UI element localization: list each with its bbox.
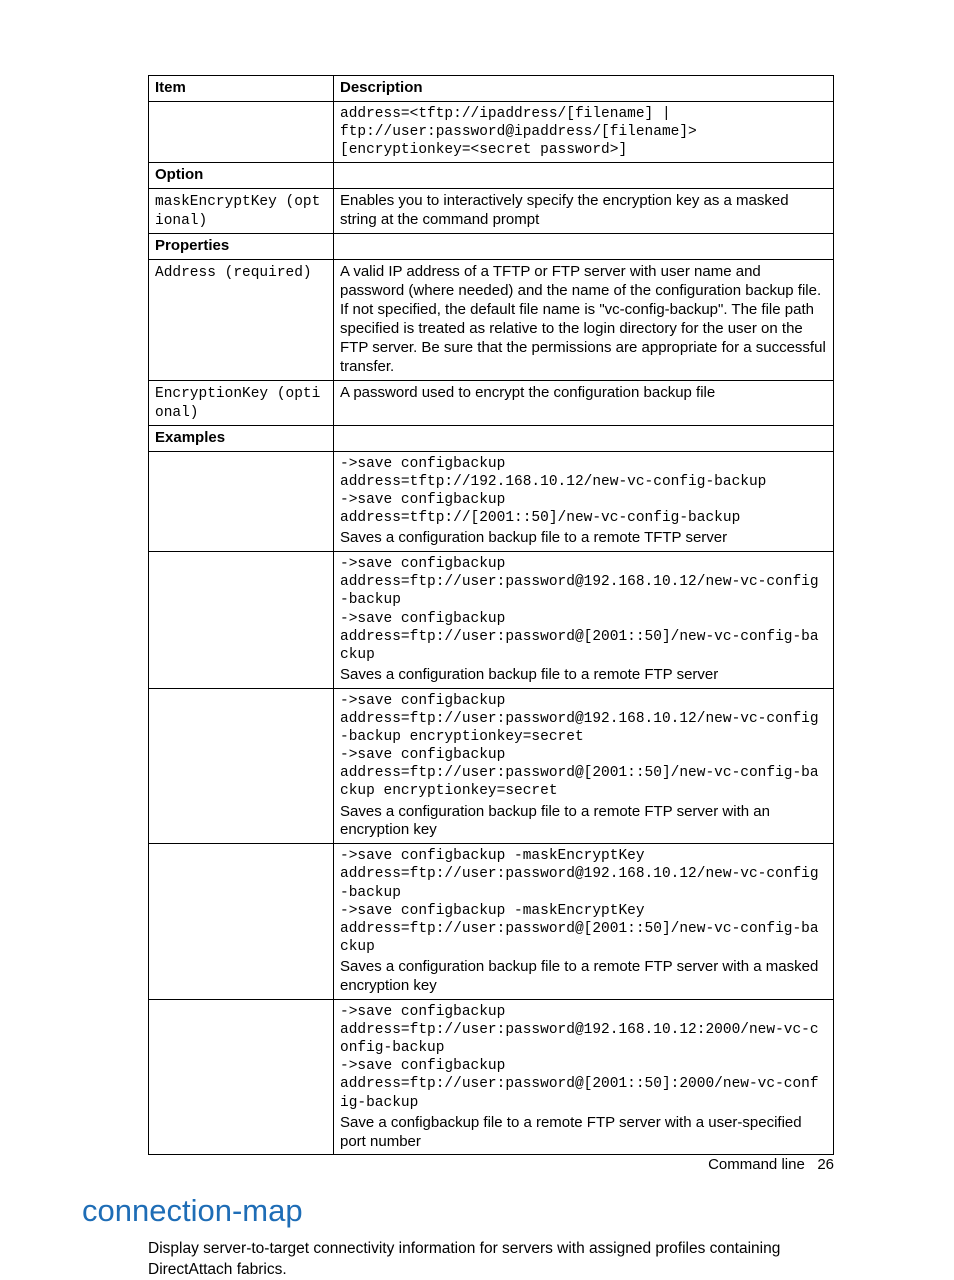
item-cell-empty [149,552,334,689]
page-footer: Command line 26 [708,1156,834,1173]
item-cell: Address (required) [149,260,334,380]
header-description: Description [334,76,834,102]
example-caption: Saves a configuration backup file to a r… [340,666,827,685]
desc-cell: Enables you to interactively specify the… [334,189,834,234]
example-cell: ->save configbackup address=ftp://user:p… [334,688,834,844]
example-code: ->save configbackup address=tftp://192.1… [340,455,827,528]
body-paragraph: Display server-to-target connectivity in… [148,1239,834,1279]
item-cell: EncryptionKey (optional) [149,380,334,425]
section-label-examples: Examples [149,425,334,451]
item-cell: maskEncryptKey (optional) [149,189,334,234]
item-cell-empty [149,844,334,1000]
item-code: maskEncryptKey (optional) [155,194,320,229]
section-row-properties: Properties [149,234,834,260]
table-row: ->save configbackup -maskEncryptKey addr… [149,844,834,1000]
item-cell-empty [149,101,334,162]
example-caption: Save a configbackup file to a remote FTP… [340,1114,827,1152]
section-empty [334,234,834,260]
item-code: EncryptionKey (optional) [155,386,320,421]
syntax-code: address=<tftp://ipaddress/[filename] | f… [340,105,827,159]
table-row: maskEncryptKey (optional) Enables you to… [149,189,834,234]
example-caption: Saves a configuration backup file to a r… [340,803,827,841]
footer-page-number: 26 [817,1156,834,1173]
item-code: Address (required) [155,265,312,281]
example-cell: ->save configbackup address=ftp://user:p… [334,999,834,1155]
syntax-cell: address=<tftp://ipaddress/[filename] | f… [334,101,834,162]
table-row: ->save configbackup address=ftp://user:p… [149,999,834,1155]
reference-table: Item Description address=<tftp://ipaddre… [148,75,834,1155]
table-row: ->save configbackup address=ftp://user:p… [149,552,834,689]
section-empty [334,163,834,189]
example-code: ->save configbackup address=ftp://user:p… [340,1003,827,1112]
section-label-option: Option [149,163,334,189]
table-row: address=<tftp://ipaddress/[filename] | f… [149,101,834,162]
footer-label: Command line [708,1156,805,1173]
section-empty [334,425,834,451]
example-code: ->save configbackup address=ftp://user:p… [340,692,827,801]
example-cell: ->save configbackup address=tftp://192.1… [334,451,834,551]
table-row: Address (required) A valid IP address of… [149,260,834,380]
table-header-row: Item Description [149,76,834,102]
item-cell-empty [149,999,334,1155]
example-code: ->save configbackup -maskEncryptKey addr… [340,847,827,956]
table-row: EncryptionKey (optional) A password used… [149,380,834,425]
example-caption: Saves a configuration backup file to a r… [340,958,827,996]
table-row: ->save configbackup address=ftp://user:p… [149,688,834,844]
item-cell-empty [149,688,334,844]
section-row-option: Option [149,163,834,189]
section-row-examples: Examples [149,425,834,451]
table-row: ->save configbackup address=tftp://192.1… [149,451,834,551]
example-cell: ->save configbackup address=ftp://user:p… [334,552,834,689]
desc-cell: A password used to encrypt the configura… [334,380,834,425]
example-cell: ->save configbackup -maskEncryptKey addr… [334,844,834,1000]
item-cell-empty [149,451,334,551]
header-item: Item [149,76,334,102]
example-caption: Saves a configuration backup file to a r… [340,529,827,548]
section-heading: connection-map [82,1193,834,1229]
desc-cell: A valid IP address of a TFTP or FTP serv… [334,260,834,380]
section-label-properties: Properties [149,234,334,260]
example-code: ->save configbackup address=ftp://user:p… [340,555,827,664]
